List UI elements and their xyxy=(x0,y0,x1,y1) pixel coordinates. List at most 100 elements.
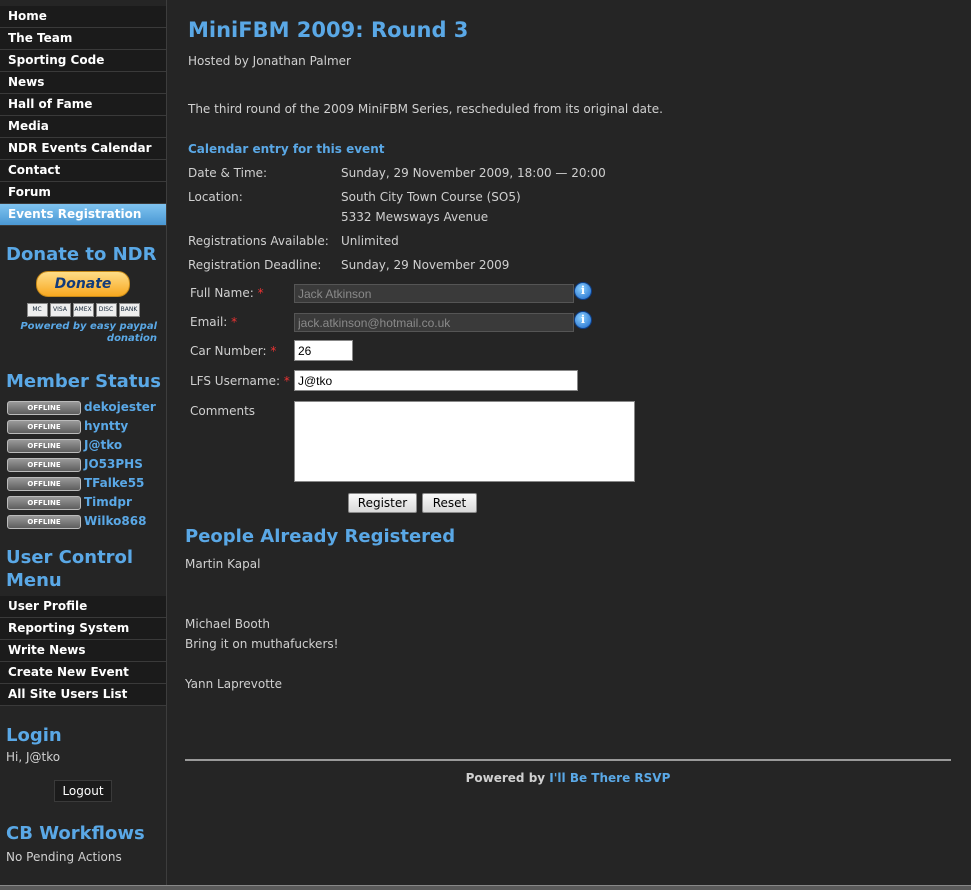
car-number-label-text: Car Number: xyxy=(190,344,267,358)
nav-item-news[interactable]: News xyxy=(0,72,166,94)
registered-heading: People Already Registered xyxy=(185,526,456,547)
donate-box: Donate MC VISA AMEX DISC BANK xyxy=(0,271,166,317)
reset-button[interactable]: Reset xyxy=(422,493,477,513)
car-number-label: Car Number: * xyxy=(190,344,276,358)
required-mark: * xyxy=(270,344,277,358)
detail-label-deadline: Registration Deadline: xyxy=(188,258,322,272)
required-mark: * xyxy=(257,286,264,300)
member-item[interactable]: OFFLINE Wilko868 xyxy=(7,512,166,531)
cb-workflows-heading: CB Workflows xyxy=(6,823,145,844)
register-button[interactable]: Register xyxy=(348,493,417,513)
member-name[interactable]: TFalke55 xyxy=(84,476,144,490)
nav-item-events-registration[interactable]: Events Registration xyxy=(0,204,166,226)
detail-value-datetime: Sunday, 29 November 2009, 18:00 — 20:00 xyxy=(341,166,606,180)
comments-label: Comments xyxy=(190,404,256,418)
logout-button[interactable]: Logout xyxy=(54,780,112,802)
member-status-heading: Member Status xyxy=(6,371,161,392)
detail-label-datetime: Date & Time: xyxy=(188,166,268,180)
detail-value-address: 5332 Mewsways Avenue xyxy=(341,210,489,224)
member-item[interactable]: OFFLINE hyntty xyxy=(7,417,166,436)
visa-icon: VISA xyxy=(49,303,71,317)
email-label-text: Email: xyxy=(190,315,228,329)
sidebar-divider xyxy=(166,0,167,889)
comments-textarea[interactable] xyxy=(294,401,635,482)
car-number-input[interactable] xyxy=(294,340,353,361)
user-menu-item-users-list[interactable]: All Site Users List xyxy=(0,684,166,706)
lfs-username-label-text: LFS Username: xyxy=(190,374,281,388)
footer-prefix: Powered by xyxy=(465,771,550,785)
nav-item-sporting-code[interactable]: Sporting Code xyxy=(0,50,166,72)
offline-badge: OFFLINE xyxy=(7,476,81,491)
member-name[interactable]: Timdpr xyxy=(84,495,132,509)
nav-item-contact[interactable]: Contact xyxy=(0,160,166,182)
offline-badge: OFFLINE xyxy=(7,457,81,472)
mastercard-icon: MC xyxy=(26,303,48,317)
info-icon[interactable]: i xyxy=(574,311,592,329)
detail-value-registrations: Unlimited xyxy=(341,234,399,248)
user-menu-title-line2: Menu xyxy=(6,570,62,591)
rsvp-link[interactable]: I'll Be There RSVP xyxy=(549,771,670,785)
login-heading: Login xyxy=(6,725,62,746)
footer-powered-by: Powered by I'll Be There RSVP xyxy=(185,771,951,785)
nav-item-home[interactable]: Home xyxy=(0,6,166,28)
member-item[interactable]: OFFLINE Timdpr xyxy=(7,493,166,512)
lfs-username-input[interactable] xyxy=(294,370,578,391)
amex-icon: AMEX xyxy=(72,303,94,317)
bank-icon: BANK xyxy=(118,303,140,317)
discover-icon: DISC xyxy=(95,303,117,317)
user-control-menu-heading: User Control Menu xyxy=(0,546,166,592)
member-name[interactable]: J@tko xyxy=(84,438,122,452)
nav-item-forum[interactable]: Forum xyxy=(0,182,166,204)
payment-cards: MC VISA AMEX DISC BANK xyxy=(0,300,166,317)
registered-person: Michael Booth xyxy=(185,617,271,631)
member-item[interactable]: OFFLINE TFalke55 xyxy=(7,474,166,493)
detail-value-location: South City Town Course (SO5) xyxy=(341,190,521,204)
user-menu-item-create-event[interactable]: Create New Event xyxy=(0,662,166,684)
member-name[interactable]: Wilko868 xyxy=(84,514,146,528)
registered-person: Yann Laprevotte xyxy=(185,677,283,691)
nav-item-media[interactable]: Media xyxy=(0,116,166,138)
workflows-status: No Pending Actions xyxy=(6,850,122,864)
donate-heading: Donate to NDR xyxy=(6,244,157,265)
nav-item-hall-of-fame[interactable]: Hall of Fame xyxy=(0,94,166,116)
detail-value-deadline: Sunday, 29 November 2009 xyxy=(341,258,510,272)
offline-badge: OFFLINE xyxy=(7,495,81,510)
user-menu-title-line1: User Control xyxy=(6,547,134,568)
member-item[interactable]: OFFLINE dekojester xyxy=(7,398,166,417)
user-menu-item-write-news[interactable]: Write News xyxy=(0,640,166,662)
nav-item-events-calendar[interactable]: NDR Events Calendar xyxy=(0,138,166,160)
member-name[interactable]: JO53PHS xyxy=(84,457,143,471)
member-name[interactable]: dekojester xyxy=(84,400,156,414)
member-name[interactable]: hyntty xyxy=(84,419,128,433)
offline-badge: OFFLINE xyxy=(7,514,81,529)
registered-comment: Bring it on muthafuckers! xyxy=(185,637,339,651)
member-item[interactable]: OFFLINE J@tko xyxy=(7,436,166,455)
event-description: The third round of the 2009 MiniFBM Seri… xyxy=(188,102,663,116)
page-title: MiniFBM 2009: Round 3 xyxy=(188,18,469,42)
member-item[interactable]: OFFLINE JO53PHS xyxy=(7,455,166,474)
paypal-donate-button[interactable]: Donate xyxy=(36,271,130,297)
required-mark: * xyxy=(231,315,238,329)
paypal-powered-by[interactable]: Powered by easy paypal donation xyxy=(0,321,166,345)
nav-item-team[interactable]: The Team xyxy=(0,28,166,50)
offline-badge: OFFLINE xyxy=(7,400,81,415)
required-mark: * xyxy=(283,374,290,388)
user-menu-item-profile[interactable]: User Profile xyxy=(0,596,166,618)
footer-divider xyxy=(185,759,951,761)
lfs-username-label: LFS Username: * xyxy=(190,374,290,388)
detail-label-location: Location: xyxy=(188,190,243,204)
paypal-powered-line2[interactable]: donation xyxy=(0,333,157,345)
paypal-powered-line1[interactable]: Powered by easy paypal xyxy=(0,321,157,333)
user-menu-item-reporting[interactable]: Reporting System xyxy=(0,618,166,640)
info-icon[interactable]: i xyxy=(574,282,592,300)
full-name-input[interactable] xyxy=(294,284,574,303)
event-host: Hosted by Jonathan Palmer xyxy=(188,54,351,68)
detail-label-registrations: Registrations Available: xyxy=(188,234,329,248)
sidebar: Home The Team Sporting Code News Hall of… xyxy=(0,0,166,889)
calendar-entry-link[interactable]: Calendar entry for this event xyxy=(188,142,384,156)
email-input[interactable] xyxy=(294,313,574,332)
full-name-label-text: Full Name: xyxy=(190,286,254,300)
registered-person: Martin Kapal xyxy=(185,557,261,571)
login-greeting: Hi, J@tko xyxy=(6,750,61,764)
full-name-label: Full Name: * xyxy=(190,286,264,300)
